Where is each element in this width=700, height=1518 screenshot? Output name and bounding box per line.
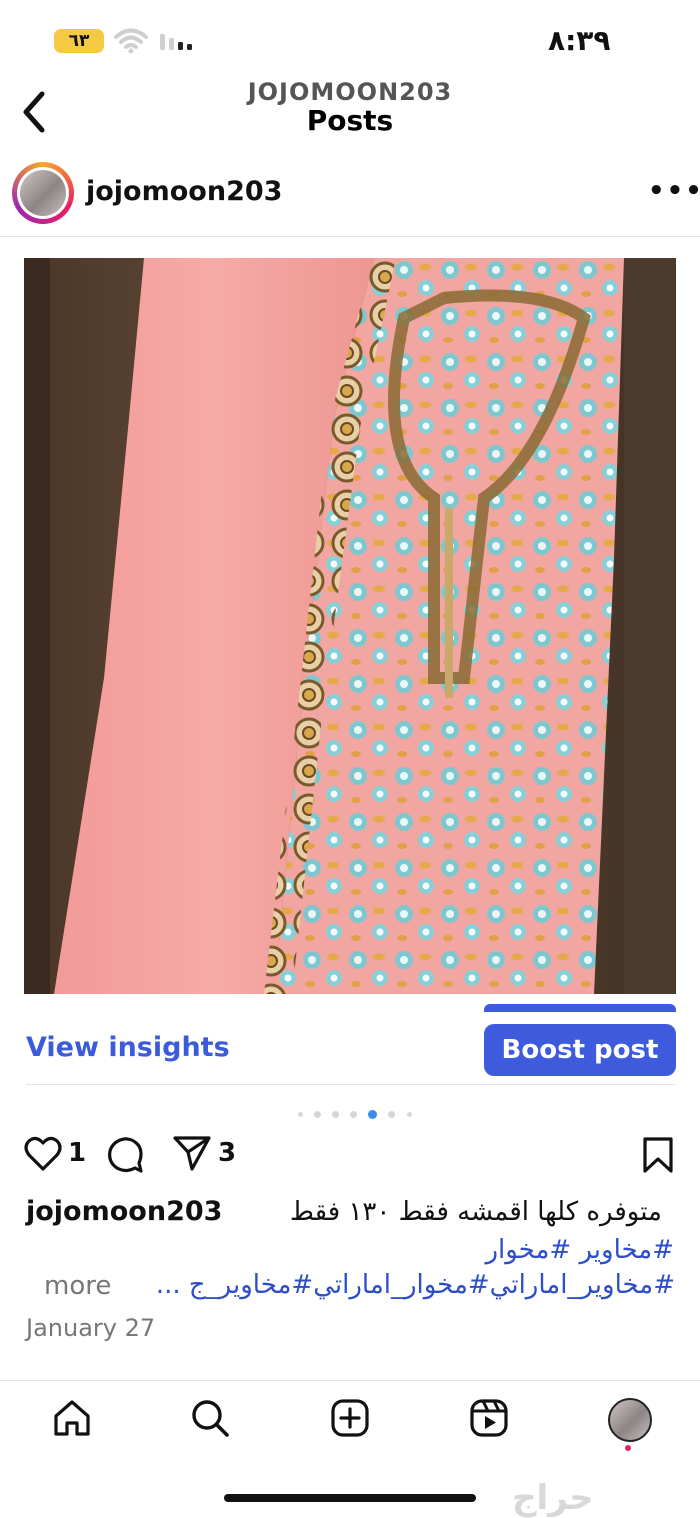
carousel-indicator	[298, 1104, 418, 1123]
create-icon[interactable]	[330, 1398, 370, 1438]
carousel-dot	[332, 1111, 340, 1118]
carousel-dot	[388, 1111, 396, 1118]
divider	[0, 236, 700, 237]
page-title: Posts	[306, 104, 394, 137]
reels-icon[interactable]	[469, 1398, 509, 1438]
carousel-dot-active	[368, 1110, 378, 1119]
home-indicator[interactable]	[224, 1494, 476, 1502]
more-link[interactable]: more	[44, 1271, 111, 1301]
fabric-photo	[24, 258, 676, 994]
watermark-logo: حراج	[512, 1478, 594, 1518]
divider	[26, 1084, 676, 1085]
carousel-dot	[406, 1112, 412, 1117]
signal-icon	[160, 34, 192, 50]
boost-post-button[interactable]: Boost post	[484, 1024, 676, 1076]
wifi-icon	[114, 28, 148, 54]
carousel-dot	[350, 1111, 358, 1118]
home-icon[interactable]	[52, 1398, 92, 1438]
post-date: January 27	[26, 1314, 156, 1342]
search-icon[interactable]	[190, 1398, 230, 1438]
divider	[0, 1380, 700, 1381]
avatar[interactable]	[20, 170, 66, 216]
boost-highlight	[484, 1004, 676, 1012]
view-insights-link[interactable]: View insights	[26, 1032, 230, 1063]
more-icon[interactable]: •••	[648, 176, 700, 206]
share-icon[interactable]	[172, 1134, 212, 1172]
caption-username[interactable]: jojomoon203	[26, 1196, 222, 1227]
carousel-dot	[314, 1111, 322, 1118]
share-count[interactable]: 3	[218, 1138, 236, 1168]
profile-tab-avatar[interactable]	[608, 1398, 652, 1442]
like-count[interactable]: 1	[68, 1138, 86, 1168]
caption-hashtags-more[interactable]: #مخاوير_اماراتي#مخوار_اماراتي#مخاوير_ج .…	[145, 1270, 675, 1300]
carousel-dot	[298, 1112, 303, 1117]
caption-hashtags[interactable]: #مخاوير #مخوار	[250, 1235, 674, 1265]
status-time: ٨:٣٩	[548, 24, 611, 57]
heart-icon[interactable]	[24, 1136, 62, 1172]
comment-icon[interactable]	[106, 1136, 144, 1174]
caption-text: متوفره كلها اقمشه فقط ١٣٠ فقط	[289, 1197, 662, 1227]
notification-dot	[625, 1445, 631, 1451]
save-icon[interactable]	[642, 1136, 674, 1174]
post-username[interactable]: jojomoon203	[86, 176, 282, 207]
battery-indicator: ٦٣	[54, 29, 104, 53]
header-username: JOJOMOON203	[247, 78, 453, 106]
post-image[interactable]	[24, 258, 676, 994]
